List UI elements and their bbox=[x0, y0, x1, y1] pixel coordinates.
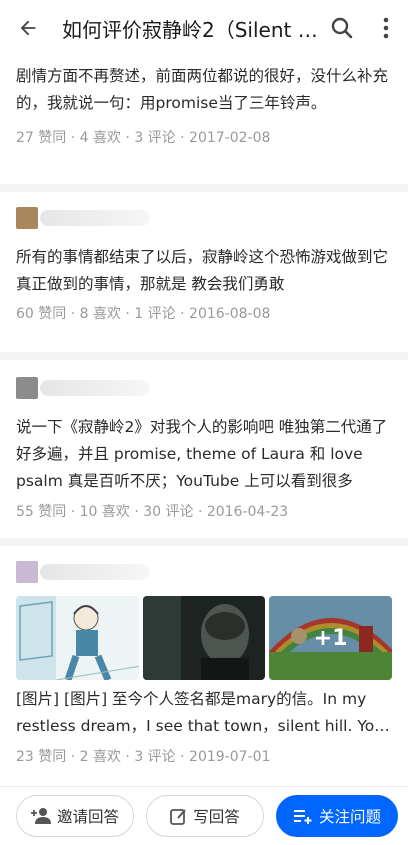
search-icon bbox=[331, 17, 353, 39]
write-answer-label: 写回答 bbox=[193, 808, 240, 826]
answer-meta: 27 赞同 · 4 喜欢 · 3 评论 · 2017-02-08 bbox=[16, 130, 271, 146]
avatar[interactable] bbox=[16, 561, 38, 583]
answer-excerpt-text: 说一下《寂静岭2》对我个人的影响吧 唯独第二代通了好多遍，并且 promise,… bbox=[16, 418, 388, 490]
arrow-left-icon bbox=[20, 20, 36, 36]
answer-card[interactable]: +1 [图片] [图片] 至今个人签名都是mary的信。In my restle… bbox=[0, 546, 408, 786]
list-add-icon bbox=[293, 810, 312, 824]
answer-card[interactable]: 所有的事情都结束了以后，寂静岭这个恐怖游戏做到它真正做到的事情，那就是 教会我们… bbox=[0, 192, 408, 352]
page-title: 如何评价寂静岭2（Silent Hill 2）？ bbox=[62, 17, 320, 42]
sketch-girl-image bbox=[16, 596, 139, 680]
answer-excerpt[interactable]: 剧情方面不再赘述，前面两位都说的很好，没什么补充的，我就说一句：用promise… bbox=[16, 56, 392, 117]
answer-meta: 55 赞同 · 10 喜欢 · 30 评论 · 2016-04-23 bbox=[16, 504, 289, 520]
more-vertical-icon bbox=[383, 17, 389, 39]
author-row[interactable] bbox=[16, 368, 392, 408]
follow-question-label: 关注问题 bbox=[318, 808, 381, 826]
more-images-count[interactable]: +1 bbox=[269, 596, 393, 680]
author-row[interactable] bbox=[16, 552, 392, 592]
answer-card[interactable]: 说一下《寂静岭2》对我个人的影响吧 唯独第二代通了好多遍，并且 promise,… bbox=[0, 360, 408, 538]
image-thumbnail[interactable]: +1 bbox=[269, 596, 393, 680]
answer-meta: 23 赞同 · 2 喜欢 · 3 评论 · 2019-07-01 bbox=[16, 749, 271, 765]
answer-card[interactable]: 剧情方面不再赘述，前面两位都说的很好，没什么补充的，我就说一句：用promise… bbox=[0, 56, 408, 184]
back-button[interactable] bbox=[0, 0, 56, 56]
author-name-blurred bbox=[40, 210, 150, 226]
invite-answer-label: 邀请回答 bbox=[56, 808, 119, 826]
write-answer-button[interactable]: 写回答 bbox=[146, 795, 264, 837]
answer-excerpt[interactable]: 所有的事情都结束了以后，寂静岭这个恐怖游戏做到它真正做到的事情，那就是 教会我们… bbox=[16, 244, 392, 298]
author-name-blurred bbox=[40, 564, 150, 580]
answer-meta: 60 赞同 · 8 喜欢 · 1 评论 · 2016-08-08 bbox=[16, 306, 271, 322]
answer-excerpt[interactable]: [图片] [图片] 至今个人签名都是mary的信。In my restless … bbox=[16, 686, 392, 740]
image-thumbnail[interactable] bbox=[16, 596, 139, 680]
edit-icon bbox=[170, 808, 186, 825]
avatar[interactable] bbox=[16, 377, 38, 399]
bottom-action-bar: 邀请回答 写回答 关注问题 bbox=[0, 786, 408, 845]
invite-answer-button[interactable]: 邀请回答 bbox=[16, 795, 134, 837]
answer-excerpt[interactable]: 说一下《寂静岭2》对我个人的影响吧 唯独第二代通了好多遍，并且 promise,… bbox=[16, 414, 392, 495]
image-strip[interactable]: +1 bbox=[16, 596, 393, 680]
top-bar: 如何评价寂静岭2（Silent Hill 2）？ bbox=[0, 0, 408, 56]
search-button[interactable] bbox=[320, 0, 364, 56]
add-person-icon bbox=[30, 808, 51, 824]
author-name-blurred bbox=[40, 380, 150, 396]
follow-question-button[interactable]: 关注问题 bbox=[276, 795, 398, 837]
dark-portrait-image bbox=[142, 596, 266, 680]
more-button[interactable] bbox=[364, 0, 408, 56]
image-thumbnail[interactable] bbox=[142, 596, 266, 680]
avatar[interactable] bbox=[16, 207, 38, 229]
author-row[interactable] bbox=[16, 198, 392, 238]
